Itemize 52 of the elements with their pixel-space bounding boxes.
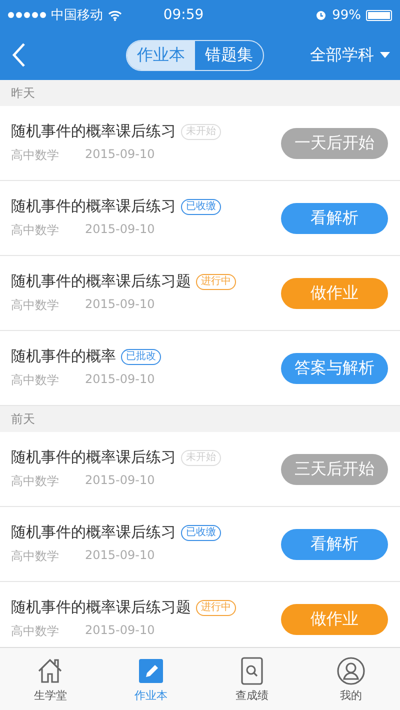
subject-label: 高中数学: [11, 473, 59, 490]
tab-item[interactable]: 作业本: [128, 656, 174, 702]
action-button[interactable]: 做作业: [281, 278, 388, 308]
subject-filter[interactable]: 全部学科: [310, 44, 390, 66]
carrier-name: 中国移动: [51, 7, 103, 24]
clock-time: 09:59: [162, 7, 205, 23]
status-tag: 已批改: [121, 348, 161, 364]
action-button[interactable]: 看解析: [281, 528, 388, 560]
section-header: 昨天: [11, 84, 35, 102]
tab-item[interactable]: 我的: [330, 656, 372, 702]
signal-icon: [8, 12, 46, 18]
tab-item[interactable]: 生学堂: [28, 656, 73, 702]
back-icon[interactable]: [12, 42, 26, 68]
status-tag: 已收缴: [181, 524, 221, 540]
section-header: 前天: [11, 410, 35, 428]
subject-label: 高中数学: [11, 623, 59, 640]
assignment-title: 随机事件的概率课后练习: [11, 197, 176, 216]
assignment-title: 随机事件的概率课后练习: [11, 523, 176, 542]
battery-icon: [366, 10, 392, 20]
assignment-date: 2015-09-10: [85, 623, 155, 639]
wifi-icon: [108, 10, 122, 20]
assignment-title: 随机事件的概率课后练习: [11, 448, 176, 467]
assignment-date: 2015-09-10: [85, 147, 155, 163]
status-tag: 进行中: [196, 274, 236, 290]
assignment-date: 2015-09-10: [85, 222, 155, 238]
assignment-title: 随机事件的概率课后练习题: [11, 598, 191, 617]
action-button[interactable]: 三天后开始: [281, 454, 388, 484]
segment-tab[interactable]: 作业本: [127, 40, 195, 70]
assignment-date: 2015-09-10: [85, 372, 155, 388]
alarm-icon: [315, 9, 328, 21]
subject-label: 高中数学: [11, 222, 59, 239]
assignment-title: 随机事件的概率课后练习: [11, 122, 176, 141]
tab-item[interactable]: 查成绩: [229, 656, 274, 702]
action-button[interactable]: 答案与解析: [281, 352, 388, 384]
action-button[interactable]: 一天后开始: [281, 128, 388, 158]
action-button[interactable]: 做作业: [281, 604, 388, 634]
assignment-date: 2015-09-10: [85, 548, 155, 564]
subject-label: 高中数学: [11, 297, 59, 314]
status-tag: 进行中: [196, 600, 236, 616]
caret-icon: [380, 52, 390, 58]
assignment-title: 随机事件的概率课后练习题: [11, 272, 191, 291]
battery-level: 99%: [332, 8, 361, 22]
subject-label: 高中数学: [11, 548, 59, 565]
assignment-title: 随机事件的概率: [11, 347, 116, 366]
assignment-date: 2015-09-10: [85, 297, 155, 313]
segment-tab[interactable]: 错题集: [195, 40, 263, 70]
subject-label: 高中数学: [11, 372, 59, 389]
status-tag: 已收缴: [181, 198, 221, 214]
assignment-date: 2015-09-10: [85, 473, 155, 489]
action-button[interactable]: 看解析: [281, 202, 388, 234]
profile-icon: [336, 656, 366, 686]
subject-label: 高中数学: [11, 147, 59, 164]
